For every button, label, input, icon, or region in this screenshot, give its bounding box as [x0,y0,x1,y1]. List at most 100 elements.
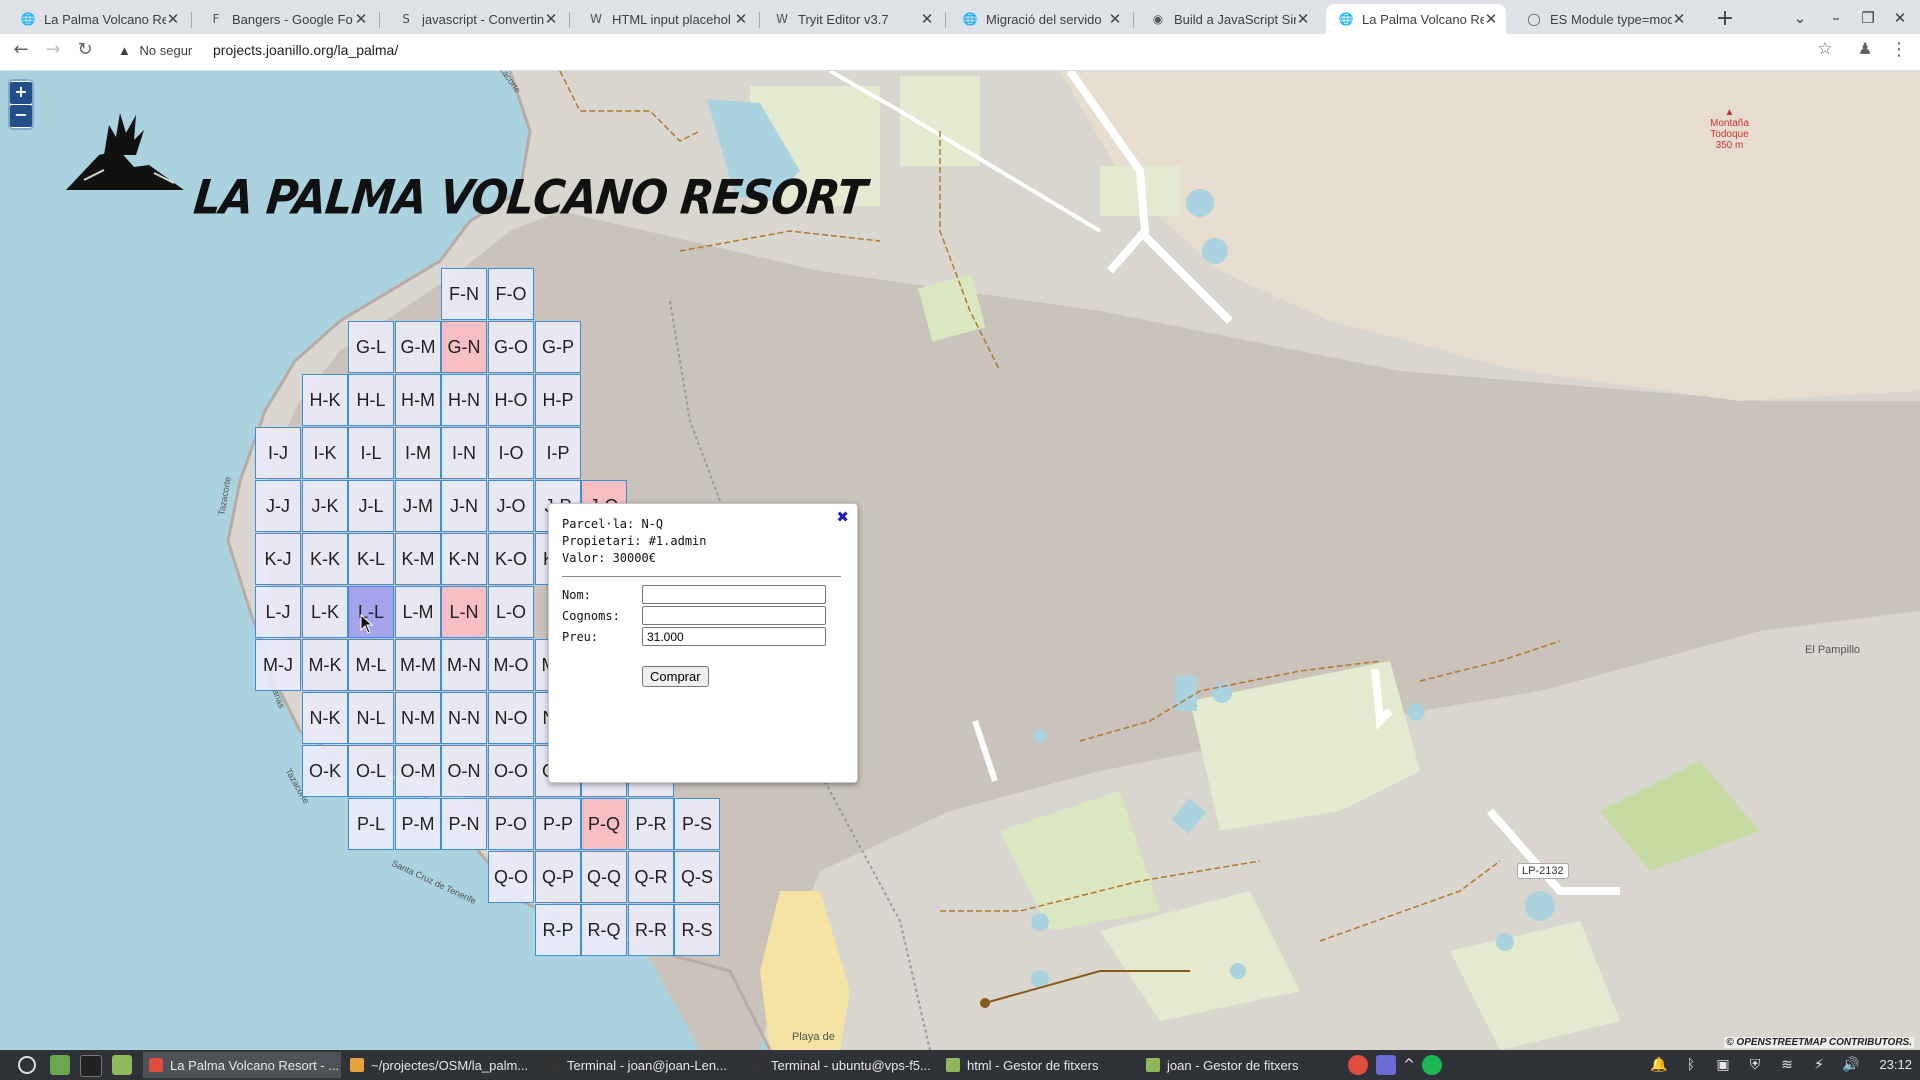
buy-button[interactable]: Comprar [642,666,709,687]
bluetooth-icon[interactable]: ᛒ [1682,1056,1700,1074]
spotify-tray-icon[interactable] [1422,1055,1442,1075]
plot-cell-q-p[interactable]: Q-P [535,851,581,903]
tab-close-icon[interactable]: ✕ [734,10,748,28]
plot-cell-i-o[interactable]: I-O [488,427,534,479]
preu-input[interactable] [642,627,826,646]
nom-input[interactable] [642,585,826,604]
taskbar-task-1[interactable]: La Palma Volcano Resort - ... [143,1052,341,1078]
plot-cell-p-n[interactable]: P-N [441,798,487,850]
tab-2[interactable]: F Bangers - Google Fo ✕ [196,4,376,34]
plot-cell-k-k[interactable]: K-K [302,533,348,585]
url-text[interactable]: projects.joanillo.org/la_palma/ [213,42,398,58]
plot-cell-p-q[interactable]: P-Q [581,798,627,850]
plot-cell-n-o[interactable]: N-O [488,692,534,744]
shield-icon[interactable]: ⛨ [1746,1056,1764,1074]
menu-icon[interactable]: ⋮ [1886,39,1912,65]
plot-cell-m-k[interactable]: M-K [302,639,348,691]
plot-cell-g-n[interactable]: G-N [441,321,487,373]
start-menu-icon[interactable] [18,1056,36,1074]
plot-cell-p-p[interactable]: P-P [535,798,581,850]
plot-cell-l-m[interactable]: L-M [395,586,441,638]
plot-cell-k-l[interactable]: K-L [348,533,394,585]
plot-cell-m-m[interactable]: M-M [395,639,441,691]
tab-4[interactable]: W HTML input placehol ✕ [576,4,756,34]
chrome-tray-icon[interactable] [1348,1055,1368,1075]
plot-cell-n-l[interactable]: N-L [348,692,394,744]
plot-cell-i-p[interactable]: I-P [535,427,581,479]
power-icon[interactable]: ⚡ [1810,1056,1828,1074]
back-button[interactable]: ← [8,39,34,65]
plot-cell-m-n[interactable]: M-N [441,639,487,691]
notes-tray-icon[interactable] [1376,1055,1396,1075]
plot-cell-n-n[interactable]: N-N [441,692,487,744]
plot-cell-j-j[interactable]: J-J [255,480,301,532]
close-icon[interactable]: ✖ [836,508,849,526]
zoom-in-button[interactable]: + [10,82,32,104]
plot-cell-r-r[interactable]: R-R [628,904,674,956]
tray-expand-icon[interactable]: ^ [1400,1056,1418,1074]
profile-icon[interactable]: ♟ [1852,39,1878,65]
maximize-button[interactable]: ❐ [1854,6,1882,30]
map-attribution[interactable]: © OPENSTREETMAP CONTRIBUTORS. [1724,1037,1914,1048]
plot-cell-g-o[interactable]: G-O [488,321,534,373]
close-window-button[interactable]: ✕ [1886,6,1914,30]
files-launcher-icon[interactable] [112,1055,132,1075]
plot-cell-i-j[interactable]: I-J [255,427,301,479]
tab-6[interactable]: 🌐 Migració del servido ✕ [950,4,1130,34]
plot-cell-m-o[interactable]: M-O [488,639,534,691]
terminal-launcher-icon[interactable] [80,1055,102,1077]
tab-close-icon[interactable]: ✕ [920,10,934,28]
clipboard-icon[interactable]: ▣ [1714,1056,1732,1074]
tab-close-icon[interactable]: ✕ [354,10,368,28]
minimize-button[interactable]: – [1822,6,1850,30]
taskbar-task-5[interactable]: html - Gestor de fitxers [940,1052,1136,1078]
tab-7[interactable]: ◉ Build a JavaScript Sin ✕ [1138,4,1318,34]
tab-close-icon[interactable]: ✕ [1484,10,1498,28]
plot-cell-p-m[interactable]: P-M [395,798,441,850]
plot-cell-g-p[interactable]: G-P [535,321,581,373]
security-indicator[interactable]: ▲ No segur [118,43,192,58]
plot-cell-o-l[interactable]: O-L [348,745,394,797]
tab-close-icon[interactable]: ✕ [166,10,180,28]
plot-cell-h-n[interactable]: H-N [441,374,487,426]
plot-cell-o-o[interactable]: O-O [488,745,534,797]
plot-cell-i-k[interactable]: I-K [302,427,348,479]
plot-cell-m-j[interactable]: M-J [255,639,301,691]
plot-cell-q-r[interactable]: Q-R [628,851,674,903]
volume-icon[interactable]: 🔊 [1842,1056,1860,1074]
plot-cell-j-n[interactable]: J-N [441,480,487,532]
plot-cell-h-p[interactable]: H-P [535,374,581,426]
plot-cell-r-p[interactable]: R-P [535,904,581,956]
plot-cell-i-m[interactable]: I-M [395,427,441,479]
tab-5[interactable]: W Tryit Editor v3.7 ✕ [762,4,942,34]
plot-cell-f-n[interactable]: F-N [441,268,487,320]
plot-cell-o-n[interactable]: O-N [441,745,487,797]
plot-cell-j-l[interactable]: J-L [348,480,394,532]
map-viewport[interactable]: + − LA PALMA VOLCANO RESORT ▲ Montaña To… [0,71,1920,1050]
plot-cell-i-n[interactable]: I-N [441,427,487,479]
tab-close-icon[interactable]: ✕ [544,10,558,28]
tab-9[interactable]: ◯ ES Module type=mod ✕ [1514,4,1694,34]
plot-cell-g-m[interactable]: G-M [395,321,441,373]
plot-cell-o-k[interactable]: O-K [302,745,348,797]
plot-cell-j-m[interactable]: J-M [395,480,441,532]
plot-cell-n-m[interactable]: N-M [395,692,441,744]
plot-cell-m-l[interactable]: M-L [348,639,394,691]
taskbar-task-3[interactable]: Terminal - joan@joan-Len... [540,1052,740,1078]
plot-cell-g-l[interactable]: G-L [348,321,394,373]
taskbar-task-2[interactable]: ~/projectes/OSM/la_palm... [344,1052,538,1078]
new-tab-button[interactable]: + [1712,6,1738,32]
notification-bell-icon[interactable]: 🔔 [1650,1056,1668,1074]
plot-cell-p-s[interactable]: P-S [674,798,720,850]
tab-close-icon[interactable]: ✕ [1108,10,1122,28]
cognoms-input[interactable] [642,606,826,625]
plot-cell-q-o[interactable]: Q-O [488,851,534,903]
plot-cell-p-l[interactable]: P-L [348,798,394,850]
plot-cell-h-o[interactable]: H-O [488,374,534,426]
plot-cell-j-k[interactable]: J-K [302,480,348,532]
tab-close-icon[interactable]: ✕ [1296,10,1310,28]
plot-cell-j-o[interactable]: J-O [488,480,534,532]
plot-cell-h-m[interactable]: H-M [395,374,441,426]
tab-close-icon[interactable]: ✕ [1672,10,1686,28]
address-bar[interactable]: ▲ No segur projects.joanillo.org/la_palm… [108,37,1838,67]
